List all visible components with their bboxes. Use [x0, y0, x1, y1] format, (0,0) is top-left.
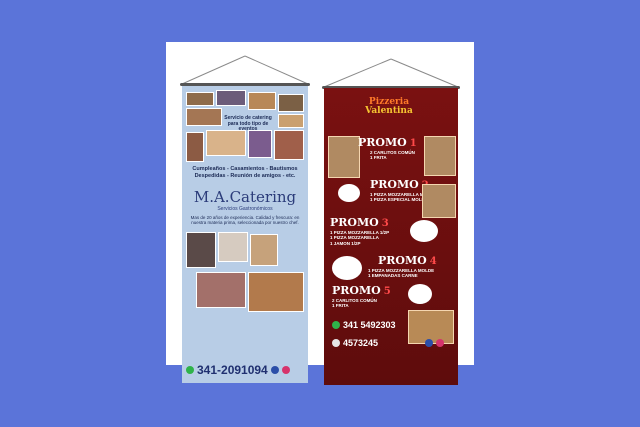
promo-4-desc: 1 PIZZA MOZZARELLA MOLDE 1 EMPANADAS CAR…: [368, 268, 435, 279]
pizza-photo: [328, 136, 360, 178]
whatsapp-number: 341 5492303: [343, 320, 396, 330]
blank-area: [338, 184, 360, 202]
brand-subtitle: Servicios Gastronómicos: [217, 206, 273, 212]
food-photo: [274, 130, 304, 160]
instagram-icon: [436, 339, 445, 347]
pizzeria-banner: Pizzeria Valentina PROMO 1 2 CARLITOS COM…: [324, 88, 458, 385]
food-photo: [186, 232, 216, 268]
promo-1-desc: 2 CARLITOS COMÚN 1 FRITA: [370, 150, 415, 161]
promo-3-title: PROMO 3: [330, 216, 389, 229]
food-photo: [248, 272, 304, 312]
facebook-icon: [270, 366, 279, 374]
food-photo: [250, 234, 278, 266]
food-photo: [278, 114, 304, 128]
pizzeria-logo: Pizzeria Valentina: [354, 98, 424, 120]
food-photo: [186, 92, 214, 106]
pizza-photo: [424, 136, 456, 176]
food-photo: [186, 108, 222, 126]
whatsapp-icon: [186, 366, 194, 374]
food-photo: [206, 130, 246, 156]
pizza-photo: [422, 184, 456, 218]
facebook-icon: [425, 339, 434, 347]
brand-name: M.A.Catering: [193, 188, 297, 206]
food-photo: [196, 272, 246, 308]
promo-5-desc: 2 CARLITOS COMÚN 1 FRITA: [332, 298, 377, 309]
promo-5-title: PROMO 5: [332, 284, 391, 297]
food-photo: [186, 132, 204, 162]
instagram-icon: [281, 366, 290, 374]
food-photo: [248, 130, 272, 158]
whatsapp-icon: [332, 321, 340, 329]
blank-area: [410, 220, 438, 242]
promo-2-title: PROMO2: [370, 178, 429, 191]
promo-4-title: PROMO 4: [378, 254, 437, 267]
phone-icon: [332, 339, 340, 347]
promo-3-desc: 1 PIZZA MOZZARELLA 1/2P 1 PIZZA MOZZAREL…: [330, 230, 390, 246]
blank-area: [332, 256, 362, 280]
experience-text: Mas de 20 años de experiencia. Calidad y…: [190, 215, 300, 225]
catering-phone-number: 341-2091094: [197, 363, 268, 377]
events-line-1: Cumpleaños - Casamientos - Bautismos: [192, 166, 298, 172]
catering-banner: Servicio de catering para todo tipo de e…: [182, 86, 308, 383]
image-card: Servicio de catering para todo tipo de e…: [166, 42, 474, 385]
whatsapp-contact: 341 5492303: [332, 320, 396, 330]
logo-line-2: Valentina: [365, 106, 413, 116]
promo-1-title: PROMO 1: [358, 136, 417, 149]
food-photo: [216, 90, 246, 106]
food-photo: [248, 92, 276, 110]
phone-contact: 4573245: [332, 338, 445, 348]
catering-phone: 341-2091094: [186, 363, 290, 377]
blank-area: [408, 284, 432, 304]
food-photo: [278, 94, 304, 112]
landline-number: 4573245: [343, 338, 379, 348]
events-line-2: Despedidas - Reunión de amigos - etc.: [194, 173, 296, 179]
food-photo: [218, 232, 248, 262]
